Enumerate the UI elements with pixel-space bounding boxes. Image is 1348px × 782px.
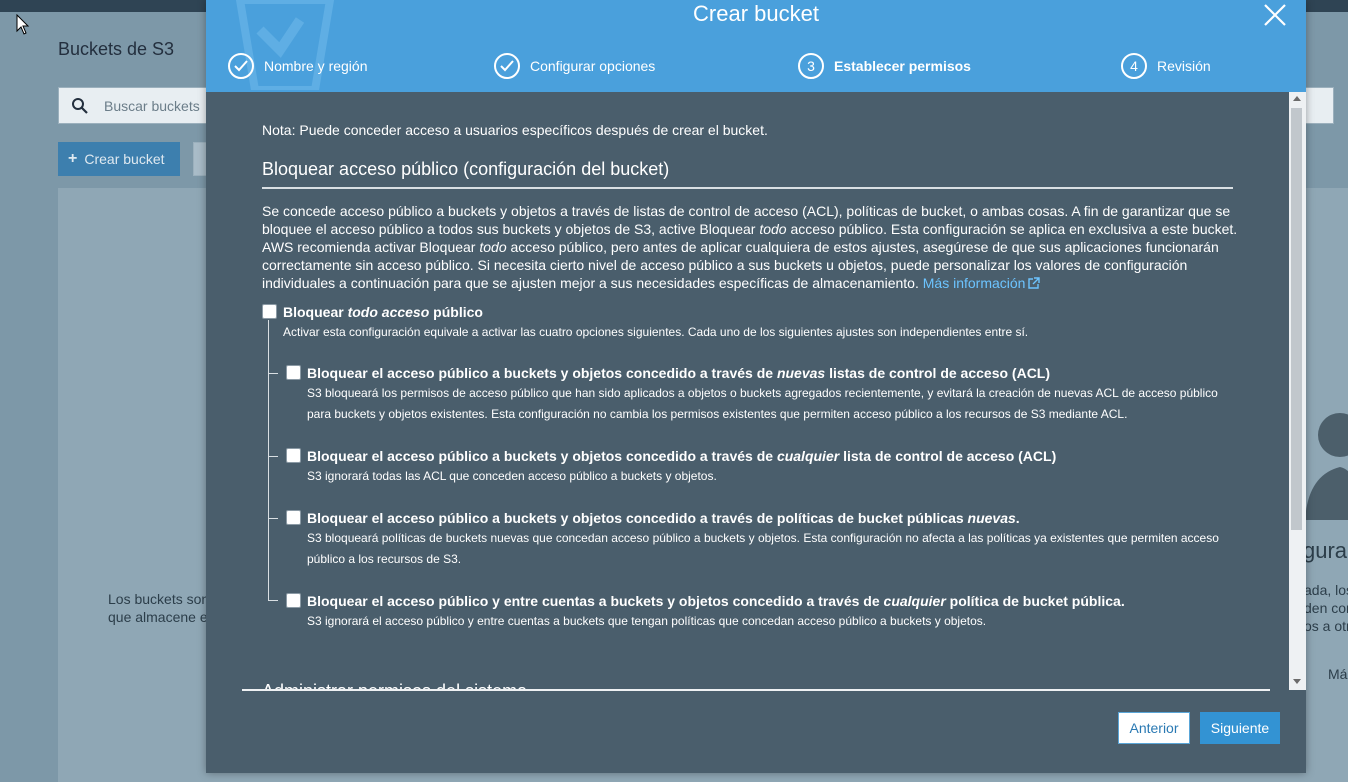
tree-connector	[268, 320, 269, 601]
modal-scroll-content[interactable]: Nota: Puede conceder acceso a usuarios e…	[206, 92, 1289, 690]
config-text: ada, los den con os a otr	[1304, 582, 1348, 634]
block-any-acl-description: S3 ignorará todas las ACL que conceden a…	[307, 469, 717, 483]
next-button[interactable]: Siguiente	[1200, 712, 1280, 744]
empty-state-text: Los buckets son que almacene e	[108, 591, 208, 625]
step-label: Establecer permisos	[834, 58, 971, 74]
section-title: Bloquear acceso público (configuración d…	[262, 159, 670, 179]
block-any-policy-description: S3 ignorará el acceso público y entre cu…	[307, 614, 987, 628]
checkmark-icon	[494, 53, 520, 79]
step-configurar-opciones: Configurar opciones	[494, 52, 655, 80]
block-any-acl-checkbox[interactable]	[286, 448, 301, 463]
step-revision: 4 Revisión	[1121, 52, 1211, 80]
person-illustration-icon	[1305, 413, 1348, 520]
step-nombre-region: Nombre y región	[228, 52, 368, 80]
external-link-icon	[1028, 277, 1041, 289]
close-icon[interactable]	[1262, 2, 1288, 28]
scrollbar-thumb[interactable]	[1291, 108, 1302, 530]
step-number: 3	[798, 53, 824, 79]
block-any-acl-label: Bloquear el acceso público a buckets y o…	[307, 448, 1057, 464]
step-establecer-permisos: 3 Establecer permisos	[798, 52, 971, 80]
footer-divider	[242, 689, 1270, 691]
block-new-policies-label: Bloquear el acceso público a buckets y o…	[307, 510, 1020, 526]
search-placeholder: Buscar buckets	[104, 98, 200, 114]
plus-icon: +	[68, 150, 78, 167]
tree-connector	[268, 456, 278, 457]
block-new-policies-checkbox[interactable]	[286, 510, 301, 525]
tree-connector	[268, 373, 278, 374]
block-new-acl-checkbox[interactable]	[286, 365, 301, 380]
create-bucket-modal: Crear bucket Nombre y región Configurar …	[206, 0, 1306, 773]
more-link[interactable]: Más	[1328, 666, 1348, 682]
block-new-acl-label: Bloquear el acceso público a buckets y o…	[307, 365, 1051, 381]
block-new-policies-description: S3 bloqueará políticas de buckets nuevas…	[307, 531, 1219, 566]
modal-header: Crear bucket Nombre y región Configurar …	[206, 0, 1306, 92]
block-any-policy-checkbox[interactable]	[286, 593, 301, 608]
block-all-label: Bloquear todo acceso público	[283, 304, 483, 320]
create-bucket-button[interactable]: + Crear bucket	[58, 142, 180, 176]
block-any-policy-label: Bloquear el acceso público y entre cuent…	[307, 593, 1125, 609]
tree-connector	[268, 600, 278, 601]
step-label: Configurar opciones	[530, 58, 656, 74]
block-new-acl-description: S3 bloqueará los permisos de acceso públ…	[307, 386, 1218, 421]
search-input[interactable]: Buscar buckets	[58, 87, 218, 124]
more-info-link[interactable]: Más información	[923, 275, 1041, 291]
block-all-description: Activar esta configuración equivale a ac…	[283, 325, 1029, 339]
search-icon	[72, 98, 88, 114]
mouse-cursor-icon	[16, 14, 30, 35]
scroll-down-icon[interactable]	[1293, 679, 1301, 684]
section-description: Se concede acceso público a buckets y ob…	[262, 203, 1238, 291]
modal-title: Crear bucket	[693, 1, 819, 26]
page-title: Buckets de S3	[58, 39, 175, 59]
block-all-checkbox[interactable]	[262, 304, 277, 319]
step-number: 4	[1121, 53, 1147, 79]
step-label: Revisión	[1157, 58, 1211, 74]
step-label: Nombre y región	[264, 58, 368, 74]
note-text: Nota: Puede conceder acceso a usuarios e…	[262, 122, 768, 138]
vertical-scrollbar[interactable]	[1289, 92, 1306, 690]
tree-connector	[268, 518, 278, 519]
divider	[262, 187, 1233, 189]
create-bucket-label: Crear bucket	[84, 151, 165, 167]
scroll-up-icon[interactable]	[1293, 96, 1301, 101]
previous-button[interactable]: Anterior	[1118, 712, 1190, 744]
checkmark-icon	[228, 53, 254, 79]
